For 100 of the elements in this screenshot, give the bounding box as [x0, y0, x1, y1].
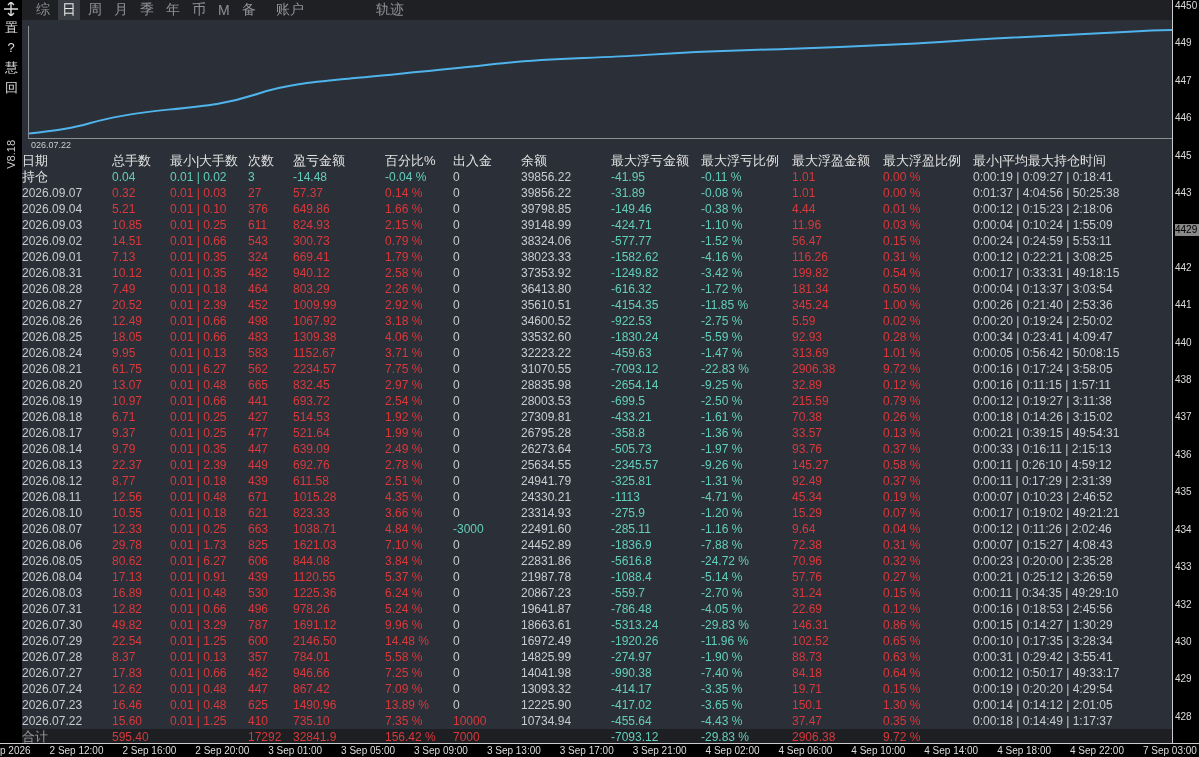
table-cell-text: 823.33	[293, 504, 331, 521]
table-cell-text: 61.75	[112, 360, 144, 377]
column-header[interactable]: 盈亏金额	[293, 152, 385, 169]
table-cell-text: 156.42 %	[385, 728, 437, 745]
table-cell-text: 0:00:16 | 0:18:53 | 2:45:56	[973, 600, 1114, 617]
price-label: 432	[1175, 598, 1193, 611]
table-cell-text: 824.93	[293, 216, 331, 233]
tab[interactable]: 账户	[271, 0, 308, 20]
table-cell-text: 22.54	[112, 632, 144, 649]
tab[interactable]: 综	[32, 0, 54, 20]
toolbar-button[interactable]: 置	[4, 20, 18, 36]
crosshair-icon[interactable]	[4, 2, 18, 16]
table-cell-text: -14.48	[293, 168, 329, 185]
table-cell-text: 439	[248, 472, 270, 489]
table-cell-text: 8.77	[112, 472, 137, 489]
table-cell-text: -285.11	[611, 520, 652, 537]
table-cell-text: -7.88 %	[701, 536, 744, 553]
table-cell-text: -433.21	[611, 408, 653, 425]
table-cell-text: -3000	[453, 520, 485, 537]
table-cell-text: 498	[248, 312, 270, 329]
table-cell-text: 88.73	[792, 648, 824, 665]
table-cell-text: 0:00:17 | 0:19:02 | 49:21:21	[973, 504, 1121, 521]
table-cell-text: -1836.9	[611, 536, 653, 553]
toolbar-button[interactable]: 回	[4, 80, 18, 96]
table-cell-text: -22.83 %	[701, 360, 751, 377]
column-header[interactable]: 最大浮盈金额	[792, 152, 883, 169]
table-cell-text: 3.71 %	[385, 344, 424, 361]
table-cell-text: 2026.08.03	[22, 584, 84, 601]
table-cell-text: 483	[248, 328, 270, 345]
table-cell-text: 0.27 %	[883, 568, 922, 585]
table-cell-text: 0:00:05 | 0:56:42 | 50:08:15	[973, 344, 1121, 361]
column-header[interactable]: 总手数	[112, 152, 170, 169]
table-cell-text: 0.65 %	[883, 632, 922, 649]
table-cell-text: 17292	[248, 728, 283, 745]
table-cell-text: 10.85	[112, 216, 144, 233]
column-header[interactable]: 次数	[248, 152, 293, 169]
tab[interactable]: 币	[188, 0, 210, 20]
table-cell-text: -417.02	[611, 696, 653, 713]
table-cell-text: 0.01 | 0.02	[170, 168, 228, 185]
table-cell-text: 0.01 | 0.10	[170, 200, 228, 217]
column-header[interactable]: 余额	[521, 152, 611, 169]
table-cell-text: 92.49	[792, 472, 824, 489]
table-cell-text: 0	[453, 680, 461, 697]
price-label: 442	[1175, 261, 1193, 274]
table-cell-text: 16972.49	[521, 632, 573, 649]
table-cell-text: 0	[453, 600, 461, 617]
table-cell-text: 0	[453, 360, 461, 377]
tab[interactable]: 季	[136, 0, 158, 20]
table-cell-text: -24.72 %	[701, 552, 751, 569]
table-cell-text: -1.61 %	[701, 408, 744, 425]
time-label: 4 Sep 14:00	[924, 744, 979, 757]
tab[interactable]: 年	[162, 0, 184, 20]
table-cell-text: 0	[453, 376, 461, 393]
table-cell-text: 24452.89	[521, 536, 573, 553]
column-header[interactable]: 最大浮盈比例	[883, 152, 973, 169]
price-label: 445	[1175, 149, 1193, 162]
tab[interactable]: 周	[84, 0, 106, 20]
table-cell-text: 0.26 %	[883, 408, 922, 425]
table-cell-text: 0	[453, 216, 461, 233]
table-cell-text: 1.00 %	[883, 296, 922, 313]
price-label: 434	[1175, 523, 1193, 536]
table-cell-text: 595.40	[112, 728, 150, 745]
table-cell-text: 0.37 %	[883, 440, 922, 457]
table-cell-text: 25634.55	[521, 456, 573, 473]
table-cell-text: 0.31 %	[883, 536, 922, 553]
column-header[interactable]: 最小|大手数	[170, 152, 248, 169]
table-cell-text: 16.46	[112, 696, 144, 713]
table-cell-text: 80.62	[112, 552, 144, 569]
price-label: 441	[1175, 299, 1193, 312]
table-cell-text: 0.01 | 2.39	[170, 456, 228, 473]
table-cell-text: 19.71	[792, 680, 824, 697]
table-cell-text: 1.79 %	[385, 248, 424, 265]
tab[interactable]: 日	[58, 0, 80, 20]
table-cell-text: 9.95	[112, 344, 137, 361]
table-cell-text: 0.01 %	[883, 200, 922, 217]
table-cell-text: 7.10 %	[385, 536, 424, 553]
table-cell-text: 0	[453, 648, 461, 665]
column-header[interactable]: 日期	[22, 152, 112, 169]
table-cell-text: 17.13	[112, 568, 144, 585]
table-cell-text: 496	[248, 600, 270, 617]
column-header[interactable]: 出入金	[453, 152, 521, 169]
column-header[interactable]: 最小|平均最大持仓时间	[973, 152, 1172, 169]
column-header[interactable]: 最大浮亏金额	[611, 152, 701, 169]
tab[interactable]: 备	[237, 0, 260, 20]
table-cell-text: -4.71 %	[701, 488, 744, 505]
table-cell-text: 2906.38	[792, 360, 837, 377]
table-cell-text: 0	[453, 696, 461, 713]
tab[interactable]: 轨迹	[371, 0, 408, 20]
toolbar-button[interactable]: ?	[7, 40, 15, 56]
table-cell-text: -0.04 %	[385, 168, 428, 185]
column-header[interactable]: 百分比%	[385, 152, 453, 169]
table-cell-text: 7.09 %	[385, 680, 424, 697]
tab[interactable]: M	[214, 1, 234, 19]
column-header[interactable]: 最大浮亏比例	[701, 152, 792, 169]
table-cell-text: 3.18 %	[385, 312, 424, 329]
table-cell-text: 0.63 %	[883, 648, 922, 665]
toolbar-button[interactable]: 慧	[4, 60, 18, 76]
tab[interactable]: 月	[110, 0, 132, 20]
table-cell-text: 784.01	[293, 648, 331, 665]
table-cell-text: 0:00:18 | 0:14:49 | 1:17:37	[973, 712, 1114, 729]
